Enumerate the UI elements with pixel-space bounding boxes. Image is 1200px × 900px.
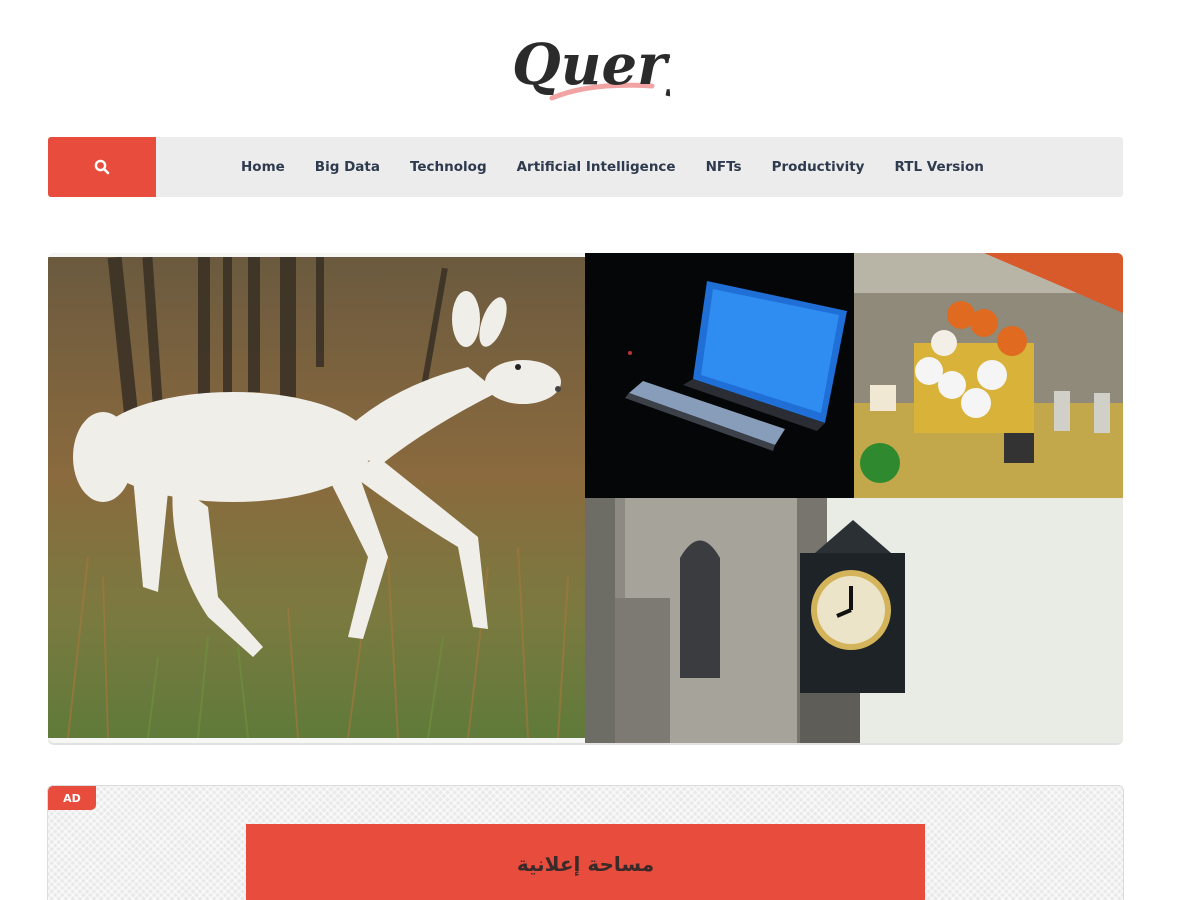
logo-text: Query <box>512 32 670 98</box>
nav-item-productivity[interactable]: Productivity <box>757 159 880 175</box>
featured-posts-grid <box>48 253 1123 743</box>
main-navbar: Home Big Data Technolog Artificial Intel… <box>48 137 1123 197</box>
featured-post-clock-tower-image[interactable] <box>585 498 1123 743</box>
featured-post-laptop-image[interactable] <box>585 253 854 498</box>
nav-item-nfts[interactable]: NFTs <box>691 159 757 175</box>
ad-space-label: مساحة إعلانية <box>516 852 655 876</box>
nav-item-big-data[interactable]: Big Data <box>300 159 395 175</box>
search-icon <box>94 159 110 175</box>
nav-item-artificial-intelligence[interactable]: Artificial Intelligence <box>502 159 691 175</box>
nav-item-rtl-version[interactable]: RTL Version <box>879 159 998 175</box>
featured-post-lego-image[interactable] <box>854 253 1123 498</box>
ad-space-button[interactable]: مساحة إعلانية <box>246 824 925 900</box>
ad-badge: AD <box>48 786 96 810</box>
ad-banner-area: AD مساحة إعلانية <box>47 785 1124 900</box>
nav-item-technology[interactable]: Technolog <box>395 159 502 175</box>
site-logo[interactable]: Query <box>500 12 703 120</box>
featured-post-deer-image[interactable] <box>48 257 585 738</box>
nav-menu: Home Big Data Technolog Artificial Intel… <box>226 137 999 197</box>
nav-item-home[interactable]: Home <box>226 159 300 175</box>
search-button[interactable] <box>48 137 156 197</box>
